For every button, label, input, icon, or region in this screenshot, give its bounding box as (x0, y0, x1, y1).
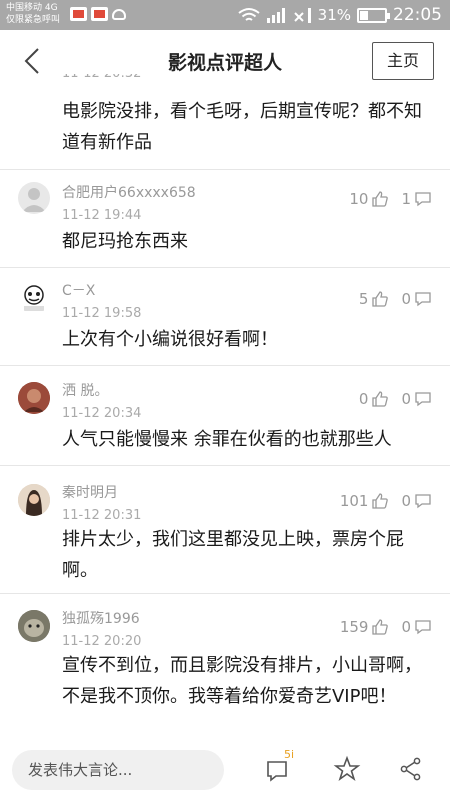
comment-username[interactable]: 独孤殇1996 (62, 608, 140, 628)
thumbs-up-icon (372, 619, 389, 635)
like-button[interactable]: 0 (359, 390, 390, 408)
comment-actions: 159 0 (340, 618, 432, 636)
avatar-image (18, 382, 50, 414)
comment-time: 11-12 19:58 (62, 306, 142, 321)
avatar[interactable] (18, 282, 50, 314)
comment-bubble-icon (415, 292, 431, 307)
comment-bubble-icon (415, 192, 431, 207)
notification-icons (70, 7, 126, 21)
avatar-image (18, 610, 50, 642)
reply-button[interactable]: 0 (401, 290, 432, 308)
comment-item: 洒 脱。 11-12 20:34 0 0 人气只能慢慢来 余罪在伙看的也就那些人 (0, 366, 450, 466)
comment-text: 上次有个小编说很好看啊！ (62, 329, 278, 350)
like-button[interactable]: 10 (349, 190, 389, 208)
signal-off-icon (293, 8, 311, 23)
comment-item: 11-12 20:32 电影院没排，看个毛呀，后期宣传呢？都不知道有新作品 (0, 74, 450, 170)
reply-count: 0 (401, 290, 411, 308)
comment-actions: 101 0 (340, 492, 432, 510)
comment-item: C－X 11-12 19:58 5 0 上次有个小编说很好看啊！ (0, 268, 450, 366)
reply-button[interactable]: 0 (401, 618, 432, 636)
comment-time: 11-12 20:20 (62, 634, 142, 649)
comment-username[interactable]: C－X (62, 280, 95, 300)
app-notification-icon (91, 7, 108, 21)
comment-bubble-icon (415, 392, 431, 407)
weather-icon (112, 8, 126, 20)
thumbs-up-icon (372, 291, 389, 307)
reply-count: 1 (401, 190, 411, 208)
app-notification-icon (70, 7, 87, 21)
comment-text: 排片太少，我们这里都没见上映，票房个屁啊。 (62, 529, 404, 581)
status-bar: 中国移动 4G 仅限紧急呼叫 31% 22:05 (0, 0, 450, 30)
avatar[interactable] (18, 610, 50, 642)
comment-bubble-icon (415, 620, 431, 635)
clock: 22:05 (393, 5, 442, 25)
thumbs-up-icon (372, 191, 389, 207)
carrier-sub-label: 仅限紧急呼叫 (6, 15, 61, 25)
comment-item: 独孤殇1996 11-12 20:20 159 0 宣传不到位，而且影院没有排片… (0, 594, 450, 740)
like-button[interactable]: 5 (359, 290, 390, 308)
avatar-image (24, 285, 44, 311)
home-button[interactable]: 主页 (372, 42, 434, 80)
comment-username[interactable]: 合肥用户66xxxx658 (62, 182, 196, 202)
avatar[interactable] (18, 182, 50, 214)
comment-count-badge: 5i (284, 748, 295, 761)
comment-time: 11-12 20:32 (62, 74, 141, 82)
thumbs-up-icon (372, 493, 389, 509)
comments-button[interactable]: 5i (264, 748, 294, 784)
like-count: 5 (358, 290, 369, 308)
comment-actions: 5 0 (359, 290, 432, 308)
reply-button[interactable]: 0 (401, 492, 432, 510)
reply-button[interactable]: 0 (401, 390, 432, 408)
comment-text: 人气只能慢慢来 余罪在伙看的也就那些人 (62, 429, 392, 450)
comment-time: 11-12 20:31 (62, 508, 142, 523)
battery-percent: 31% (317, 6, 351, 24)
avatar[interactable] (18, 484, 50, 516)
favorite-star-icon[interactable] (332, 754, 362, 784)
battery-icon (357, 7, 390, 23)
comment-text: 宣传不到位，而且影院没有排片，小山哥啊，不是我不顶你。我等着给你爱奇艺VIP吧！ (62, 655, 422, 707)
comment-actions: 10 1 (349, 190, 432, 208)
comment-item: 秦时明月 11-12 20:31 101 0 排片太少，我们这里都没见上映，票房… (0, 466, 450, 594)
thumbs-up-icon (372, 391, 389, 407)
comment-bubble-icon (415, 494, 431, 509)
reply-count: 0 (401, 492, 411, 510)
like-count: 101 (339, 492, 369, 510)
reply-button[interactable]: 1 (401, 190, 432, 208)
reply-count: 0 (401, 618, 411, 636)
like-count: 0 (358, 390, 369, 408)
comment-time: 11-12 20:34 (62, 406, 142, 421)
share-icon[interactable] (396, 754, 426, 784)
default-user-icon (22, 188, 46, 212)
system-status: 31% 22:05 (238, 5, 442, 25)
comment-text: 电影院没排，看个毛呀，后期宣传呢？都不知道有新作品 (62, 101, 422, 153)
comment-input[interactable]: 发表伟大言论... (12, 750, 224, 790)
bottom-bar: 发表伟大言论... 5i (0, 740, 450, 800)
carrier-info: 中国移动 4G 仅限紧急呼叫 (6, 2, 60, 26)
like-button[interactable]: 101 (340, 492, 390, 510)
like-count: 159 (339, 618, 369, 636)
comment-time: 11-12 19:44 (62, 208, 142, 223)
carrier-label: 中国移动 4G (6, 3, 58, 13)
reply-count: 0 (401, 390, 411, 408)
comment-text: 都尼玛抢东西来 (62, 231, 188, 252)
comment-item: 合肥用户66xxxx658 11-12 19:44 10 1 都尼玛抢东西来 (0, 170, 450, 268)
avatar-image (18, 484, 50, 516)
like-count: 10 (349, 190, 369, 208)
comment-username[interactable]: 秦时明月 (62, 482, 118, 502)
signal-icon (266, 8, 285, 23)
comment-username[interactable]: 洒 脱。 (62, 380, 108, 400)
like-button[interactable]: 159 (340, 618, 390, 636)
avatar[interactable] (18, 382, 50, 414)
wifi-icon (238, 8, 260, 21)
comment-actions: 0 0 (359, 390, 432, 408)
